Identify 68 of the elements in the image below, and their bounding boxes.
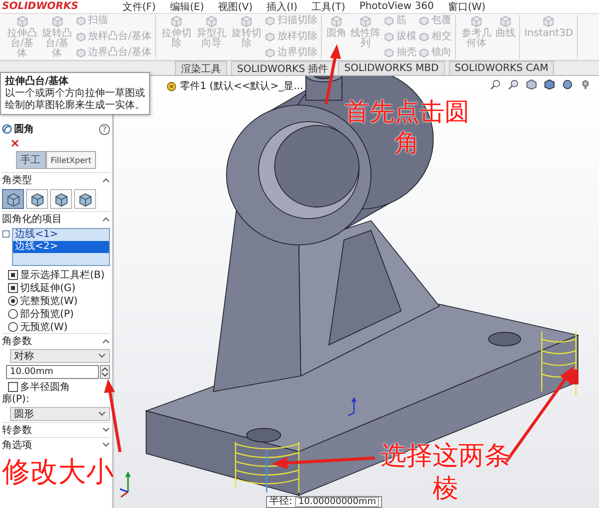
document-title[interactable]: 零件1 (默认<<默认>_显... (180, 79, 304, 93)
ribbon-tab[interactable]: SOLIDWORKS CAM (448, 61, 554, 75)
caret-icon[interactable] (102, 442, 110, 448)
caret-icon[interactable] (102, 427, 110, 433)
spinner-icon[interactable] (100, 365, 110, 379)
caret-icon (98, 353, 106, 359)
ribbon-tab[interactable]: SOLIDWORKS 插件 (231, 61, 334, 75)
option-label: 完整预览(W) (20, 294, 78, 308)
panel-title: 圆角 (14, 122, 35, 136)
fillet-type-button[interactable] (26, 189, 48, 209)
selected-edge-drawing (234, 441, 300, 494)
checkbox[interactable] (8, 270, 18, 280)
part-icon (166, 80, 177, 92)
radio-button[interactable] (8, 308, 18, 318)
menu-item[interactable]: 工具(T) (311, 0, 346, 14)
fillet-type-button[interactable] (2, 189, 24, 209)
tooltip-title: 拉伸凸台/基体 (5, 75, 70, 88)
option-label: 显示选择工具栏(B) (20, 268, 105, 282)
menu-item[interactable]: PhotoView 360 (359, 1, 434, 12)
checkbox[interactable] (8, 382, 18, 392)
caret-icon (98, 411, 106, 417)
ribbon-tab[interactable]: 渲染工具 (175, 61, 227, 75)
selected-edge-drawing (541, 330, 578, 396)
section-heading: 转参数 (2, 424, 32, 437)
close-button[interactable]: × (10, 137, 20, 149)
list-item[interactable]: 边线<1> (13, 229, 109, 241)
sphere-icon[interactable] (562, 79, 573, 90)
radio-button[interactable] (8, 322, 18, 332)
caret-icon[interactable] (102, 177, 110, 183)
magnifier-icon[interactable] (508, 79, 519, 90)
option-label: 多半径圆角 (20, 380, 70, 394)
profile-label: 廓(P): (2, 393, 30, 406)
annotation-text: 选择这两条棱 (380, 440, 512, 505)
profile-dropdown[interactable]: 圆形 (10, 407, 110, 421)
checkbox[interactable] (8, 282, 18, 292)
option-label: 部分预览(P) (20, 308, 74, 320)
menu-item[interactable]: 编辑(E) (170, 0, 204, 14)
radius-field[interactable]: 10.00mm (6, 365, 99, 379)
radio-button[interactable] (8, 296, 18, 306)
fillet-type-button[interactable] (74, 189, 96, 209)
section-heading: 角参数 (2, 334, 32, 348)
menu-item[interactable]: 视图(V) (218, 0, 253, 14)
mode-tab[interactable]: 手工 (16, 151, 46, 169)
ribbon-tab[interactable]: SOLIDWORKS MBD (338, 61, 445, 75)
annotation-text: 修改大小 (2, 454, 114, 489)
origin-icon (347, 397, 357, 416)
dimension-label: 半径: (269, 497, 292, 507)
tooltip-text: 以一个或两个方向拉伸一草图或绘制的草图轮廓来生成一实体。 (5, 88, 145, 112)
menu-item[interactable]: 窗口(W) (448, 0, 486, 14)
section-heading: 角类型 (2, 174, 32, 187)
mode-tab[interactable]: FilletXpert (46, 151, 96, 169)
selection-list[interactable]: 边线<1> 边线<2> (12, 228, 110, 266)
magnifier-icon[interactable] (490, 79, 501, 90)
section-heading: 圆角化的项目 (2, 213, 62, 226)
option-label: 无预览(W) (20, 320, 68, 334)
fillet-type-button[interactable] (50, 189, 72, 209)
list-item[interactable]: 边线<2> (13, 241, 109, 253)
lightbulb-icon[interactable] (580, 79, 591, 90)
section-heading: 角选项 (2, 438, 32, 452)
method-dropdown[interactable]: 对称 (10, 349, 110, 363)
app-logo: SOLIDWORKS (2, 1, 78, 12)
caret-icon[interactable] (102, 216, 110, 222)
caret-icon[interactable] (102, 338, 110, 344)
option-label: 切线延伸(G) (20, 282, 76, 294)
menu-item[interactable]: 插入(I) (266, 0, 298, 14)
dimension-value-field[interactable]: 10.00000000mm (295, 497, 380, 507)
menu-item[interactable]: 文件(F) (122, 0, 156, 14)
help-button[interactable]: ? (99, 124, 110, 134)
